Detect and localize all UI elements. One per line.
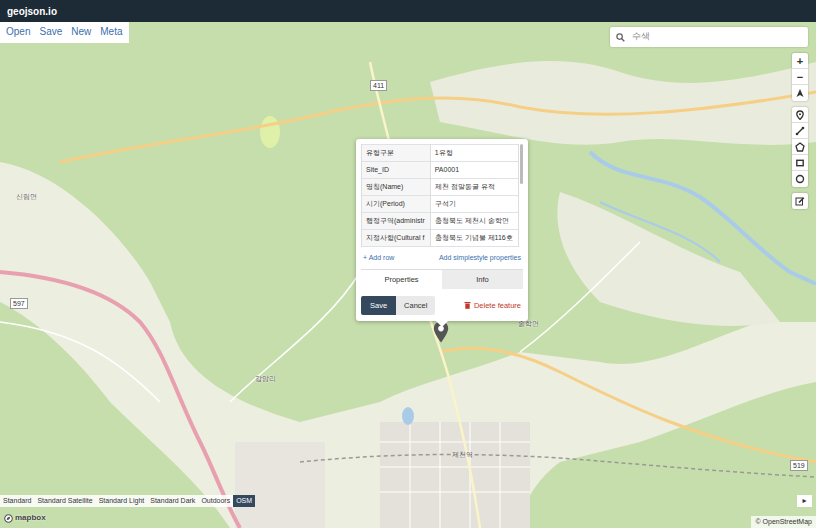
zoom-in-button[interactable]: + (792, 53, 808, 69)
tool-group (792, 107, 808, 187)
property-value[interactable]: 충청북도 기념물 제116호 (430, 230, 518, 247)
property-row: 명칭(Name)제천 점말동굴 유적 (362, 179, 519, 196)
feature-popup: 유형구분1유형Site_IDPA0001명칭(Name)제천 점말동굴 유적시기… (356, 139, 528, 321)
map-style-option[interactable]: Standard Light (96, 495, 148, 507)
properties-table-wrap: 유형구분1유형Site_IDPA0001명칭(Name)제천 점말동굴 유적시기… (361, 144, 523, 247)
zoom-out-button[interactable]: − (792, 69, 808, 85)
polygon-button[interactable] (792, 139, 808, 155)
road-label: 411 (370, 80, 387, 91)
popup-links: + Add row Add simplestyle properties (361, 247, 523, 269)
menu-item[interactable]: Save (39, 26, 62, 38)
place-label: 제천역 (452, 450, 473, 459)
map-style-option[interactable]: Standard (0, 495, 34, 507)
property-row: 행정구역(administr충청북도 제천시 송학면 (362, 213, 519, 230)
save-button[interactable]: Save (361, 296, 396, 315)
map-style-option[interactable]: Standard Satellite (34, 495, 95, 507)
property-key[interactable]: Site_ID (362, 162, 431, 179)
marker-icon (795, 110, 805, 120)
mapbox-logo[interactable]: mapbox (4, 512, 46, 524)
property-row: 시기(Period)구석기 (362, 196, 519, 213)
rectangle-icon (795, 158, 805, 168)
add-row-link[interactable]: + Add row (363, 253, 394, 264)
property-value[interactable]: 충청북도 제천시 송학면 (430, 213, 518, 230)
line-button[interactable] (792, 123, 808, 139)
map-style-option[interactable]: OSM (233, 495, 255, 507)
north-icon (795, 88, 805, 98)
app-header: geojson.io (0, 0, 816, 22)
map-attribution[interactable]: © OpenStreetMap (751, 516, 816, 528)
place-label: 강암리 (255, 374, 276, 383)
place-label: 신림면 (16, 192, 37, 201)
file-menu: Open Save New Meta (0, 22, 129, 43)
property-key[interactable]: 명칭(Name) (362, 179, 431, 196)
popup-tabs: PropertiesInfo (361, 269, 523, 289)
circle-icon (795, 174, 805, 184)
app-title: geojson.io (7, 4, 57, 19)
menu-item[interactable]: Open (6, 26, 30, 38)
search-box[interactable] (610, 27, 808, 47)
tool-group: +− (792, 53, 808, 101)
mapbox-logo-text: mapbox (15, 512, 46, 524)
marker-button[interactable] (792, 107, 808, 123)
edit-icon (795, 196, 805, 206)
map[interactable]: 신림면송학면제천역강암리411597519OpenSaveNewMeta+−유형… (0, 22, 816, 528)
mapbox-logo-icon (4, 514, 13, 523)
map-style-option[interactable]: Standard Dark (147, 495, 198, 507)
property-key[interactable]: 행정구역(administr (362, 213, 431, 230)
delete-feature-button[interactable]: Delete feature (462, 296, 523, 315)
property-key[interactable]: 지정사항(Cultural f (362, 230, 431, 247)
trash-icon (464, 301, 471, 309)
cancel-button[interactable]: Cancel (396, 296, 435, 315)
popup-tab[interactable]: Properties (361, 270, 442, 289)
map-toolbar: +− (792, 53, 808, 209)
search-input[interactable] (630, 29, 802, 45)
property-value[interactable]: 구석기 (430, 196, 518, 213)
menu-item[interactable]: Meta (100, 26, 122, 38)
polygon-icon (795, 142, 805, 152)
popup-buttons: SaveCancel Delete feature (361, 289, 523, 315)
property-row: 지정사항(Cultural f충청북도 기념물 제116호 (362, 230, 519, 247)
property-row: Site_IDPA0001 (362, 162, 519, 179)
tool-group (792, 193, 808, 209)
collapse-button[interactable]: ▸ (797, 495, 812, 507)
north-button[interactable] (792, 85, 808, 101)
property-key[interactable]: 시기(Period) (362, 196, 431, 213)
circle-button[interactable] (792, 171, 808, 187)
road-label: 597 (10, 298, 28, 309)
edit-button[interactable] (792, 193, 808, 209)
add-simplestyle-link[interactable]: Add simplestyle properties (439, 253, 521, 264)
delete-feature-label: Delete feature (474, 300, 521, 311)
road-label: 519 (790, 460, 808, 471)
property-row: 유형구분1유형 (362, 145, 519, 162)
property-value[interactable]: 제천 점말동굴 유적 (430, 179, 518, 196)
rectangle-button[interactable] (792, 155, 808, 171)
map-style-option[interactable]: Outdoors (198, 495, 233, 507)
properties-table: 유형구분1유형Site_IDPA0001명칭(Name)제천 점말동굴 유적시기… (361, 144, 519, 247)
magnifier-icon (616, 33, 625, 42)
property-key[interactable]: 유형구분 (362, 145, 431, 162)
property-value[interactable]: PA0001 (430, 162, 518, 179)
menu-item[interactable]: New (71, 26, 91, 38)
map-style-switcher: StandardStandard SatelliteStandard Light… (0, 495, 255, 507)
popup-tab[interactable]: Info (442, 270, 523, 289)
property-value[interactable]: 1유형 (430, 145, 518, 162)
line-icon (795, 126, 805, 136)
